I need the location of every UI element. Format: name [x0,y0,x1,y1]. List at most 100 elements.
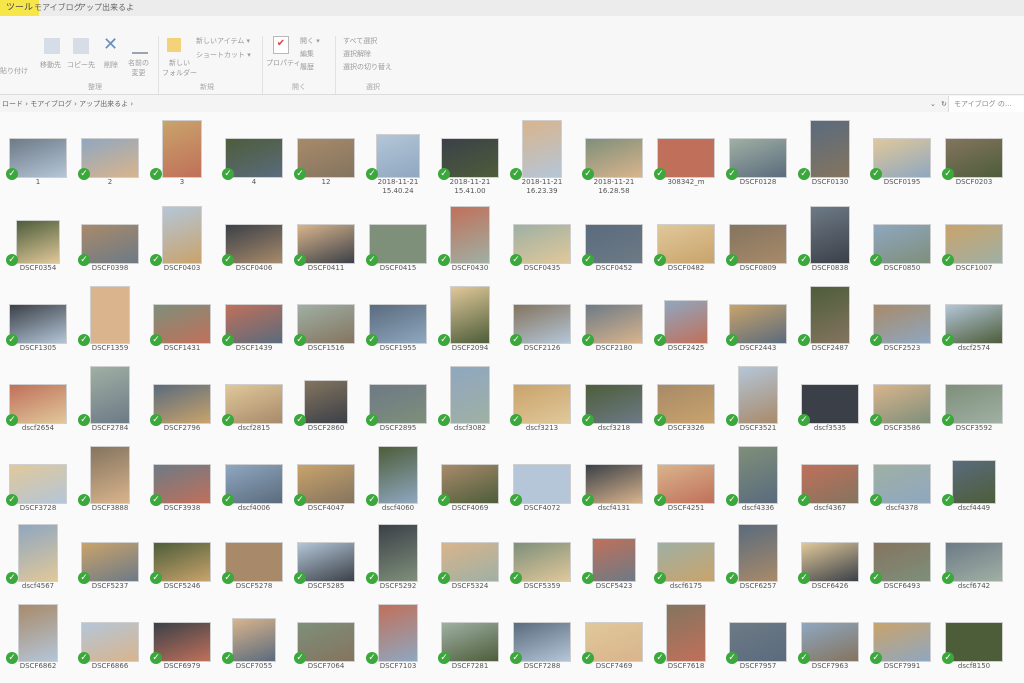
file-tile[interactable]: ✓ DSCF7288 [506,600,578,680]
thumbnail[interactable]: ✓ [434,362,506,426]
file-tile[interactable]: ✓ DSCF6866 [74,600,146,680]
thumbnail[interactable]: ✓ [650,282,722,346]
thumbnail[interactable]: ✓ [146,600,218,664]
file-tile[interactable]: ✓ dscf3218 [578,362,650,442]
paste-button[interactable]: 貼り付け [0,66,28,76]
file-tile[interactable]: ✓ DSCF5278 [218,520,290,600]
thumbnail[interactable]: ✓ [218,116,290,180]
file-tile[interactable]: ✓ DSCF7281 [434,600,506,680]
shortcut-button[interactable]: ショートカット ▾ [196,50,251,60]
file-tile[interactable]: ✓ 2018-11-21 16.23.39 [506,116,578,196]
file-tile[interactable]: ✓ DSCF3586 [866,362,938,442]
thumbnail[interactable]: ✓ [218,520,290,584]
thumbnail[interactable]: ✓ [74,202,146,266]
file-tile[interactable]: ✓ DSCF2425 [650,282,722,362]
thumbnail[interactable]: ✓ [722,442,794,506]
thumbnail[interactable]: ✓ [866,202,938,266]
thumbnail[interactable]: ✓ [506,282,578,346]
thumbnail[interactable]: ✓ [506,442,578,506]
new-folder-button[interactable]: 新しい フォルダー [162,58,197,78]
file-tile[interactable]: ✓ DSCF7618 [650,600,722,680]
file-tile[interactable]: ✓ DSCF0452 [578,202,650,282]
thumbnail[interactable]: ✓ [938,282,1010,346]
thumbnail[interactable]: ✓ [146,116,218,180]
file-tile[interactable]: ✓ dscf4131 [578,442,650,522]
file-tile[interactable]: ✓ DSCF4047 [290,442,362,522]
file-tile[interactable]: ✓ 308342_m [650,116,722,196]
thumbnail[interactable]: ✓ [2,520,74,584]
thumbnail[interactable]: ✓ [650,600,722,664]
thumbnail[interactable]: ✓ [794,116,866,180]
file-tile[interactable]: ✓ dscf4006 [218,442,290,522]
file-tile[interactable]: ✓ DSCF2860 [290,362,362,442]
file-tile[interactable]: ✓ DSCF7469 [578,600,650,680]
thumbnail[interactable]: ✓ [362,520,434,584]
file-tile[interactable]: ✓ dscf4567 [2,520,74,600]
file-tile[interactable]: ✓ DSCF0838 [794,202,866,282]
thumbnail[interactable]: ✓ [362,442,434,506]
file-tile[interactable]: ✓ DSCF0195 [866,116,938,196]
file-tile[interactable]: ✓ DSCF1516 [290,282,362,362]
file-tile[interactable]: ✓ DSCF0809 [722,202,794,282]
file-tile[interactable]: ✓ DSCF4072 [506,442,578,522]
thumbnail[interactable]: ✓ [434,282,506,346]
address-bar[interactable]: ロード › モアイブログ › アップ出来るよ › ⌄ ↻ [0,96,1024,113]
thumbnail[interactable]: ✓ [434,442,506,506]
file-tile[interactable]: ✓ dscf4449 [938,442,1010,522]
file-tile[interactable]: ✓ DSCF5237 [74,520,146,600]
copy-to-button[interactable]: コピー先 [67,60,95,70]
thumbnail[interactable]: ✓ [866,282,938,346]
thumbnail[interactable]: ✓ [578,520,650,584]
delete-button[interactable]: 削除 [104,60,118,70]
file-tile[interactable]: ✓ DSCF7064 [290,600,362,680]
thumbnail[interactable]: ✓ [434,116,506,180]
thumbnail[interactable]: ✓ [506,202,578,266]
rename-button[interactable]: 名前の 変更 [128,58,149,78]
file-tile[interactable]: ✓ DSCF7957 [722,600,794,680]
thumbnail[interactable]: ✓ [290,282,362,346]
thumbnail[interactable]: ✓ [938,116,1010,180]
file-tile[interactable]: ✓ DSCF7991 [866,600,938,680]
thumbnail[interactable]: ✓ [794,442,866,506]
file-tile[interactable]: ✓ DSCF2443 [722,282,794,362]
move-to-button[interactable]: 移動先 [40,60,61,70]
thumbnail[interactable]: ✓ [434,202,506,266]
file-tile[interactable]: ✓ dscf4336 [722,442,794,522]
file-tile[interactable]: ✓ 2018-11-21 15.40.24 [362,116,434,196]
file-tile[interactable]: ✓ DSCF5246 [146,520,218,600]
file-tile[interactable]: ✓ 4 [218,116,290,196]
thumbnail[interactable]: ✓ [866,600,938,664]
file-tile[interactable]: ✓ DSCF6426 [794,520,866,600]
file-tile[interactable]: ✓ dscf3082 [434,362,506,442]
new-item-button[interactable]: 新しいアイテム ▾ [196,36,250,46]
file-tile[interactable]: ✓ 2 [74,116,146,196]
file-tile[interactable]: ✓ DSCF6979 [146,600,218,680]
thumbnail[interactable]: ✓ [362,202,434,266]
file-tile[interactable]: ✓ DSCF0128 [722,116,794,196]
file-tile[interactable]: ✓ dscf2654 [2,362,74,442]
open-button[interactable]: 開く ▾ [300,36,320,46]
file-tile[interactable]: ✓ dscf3535 [794,362,866,442]
thumbnail[interactable]: ✓ [2,116,74,180]
thumbnail[interactable]: ✓ [74,282,146,346]
thumbnail[interactable]: ✓ [290,442,362,506]
thumbnail[interactable]: ✓ [74,600,146,664]
file-tile[interactable]: ✓ DSCF5292 [362,520,434,600]
edit-button[interactable]: 編集 [300,49,314,59]
chevron-down-icon[interactable]: ⌄ [930,96,936,112]
file-tile[interactable]: ✓ DSCF0482 [650,202,722,282]
file-tile[interactable]: ✓ DSCF1431 [146,282,218,362]
thumbnail[interactable]: ✓ [2,202,74,266]
thumbnail[interactable]: ✓ [578,282,650,346]
file-tile[interactable]: ✓ DSCF6862 [2,600,74,680]
thumbnail[interactable]: ✓ [938,520,1010,584]
thumbnail[interactable]: ✓ [2,362,74,426]
refresh-icon[interactable]: ↻ [941,96,947,112]
file-tile[interactable]: ✓ DSCF1955 [362,282,434,362]
file-tile[interactable]: ✓ DSCF7963 [794,600,866,680]
history-button[interactable]: 履歴 [300,62,314,72]
thumbnail[interactable]: ✓ [578,600,650,664]
thumbnail[interactable]: ✓ [2,600,74,664]
file-tile[interactable]: ✓ DSCF1007 [938,202,1010,282]
file-tile[interactable]: ✓ DSCF0130 [794,116,866,196]
